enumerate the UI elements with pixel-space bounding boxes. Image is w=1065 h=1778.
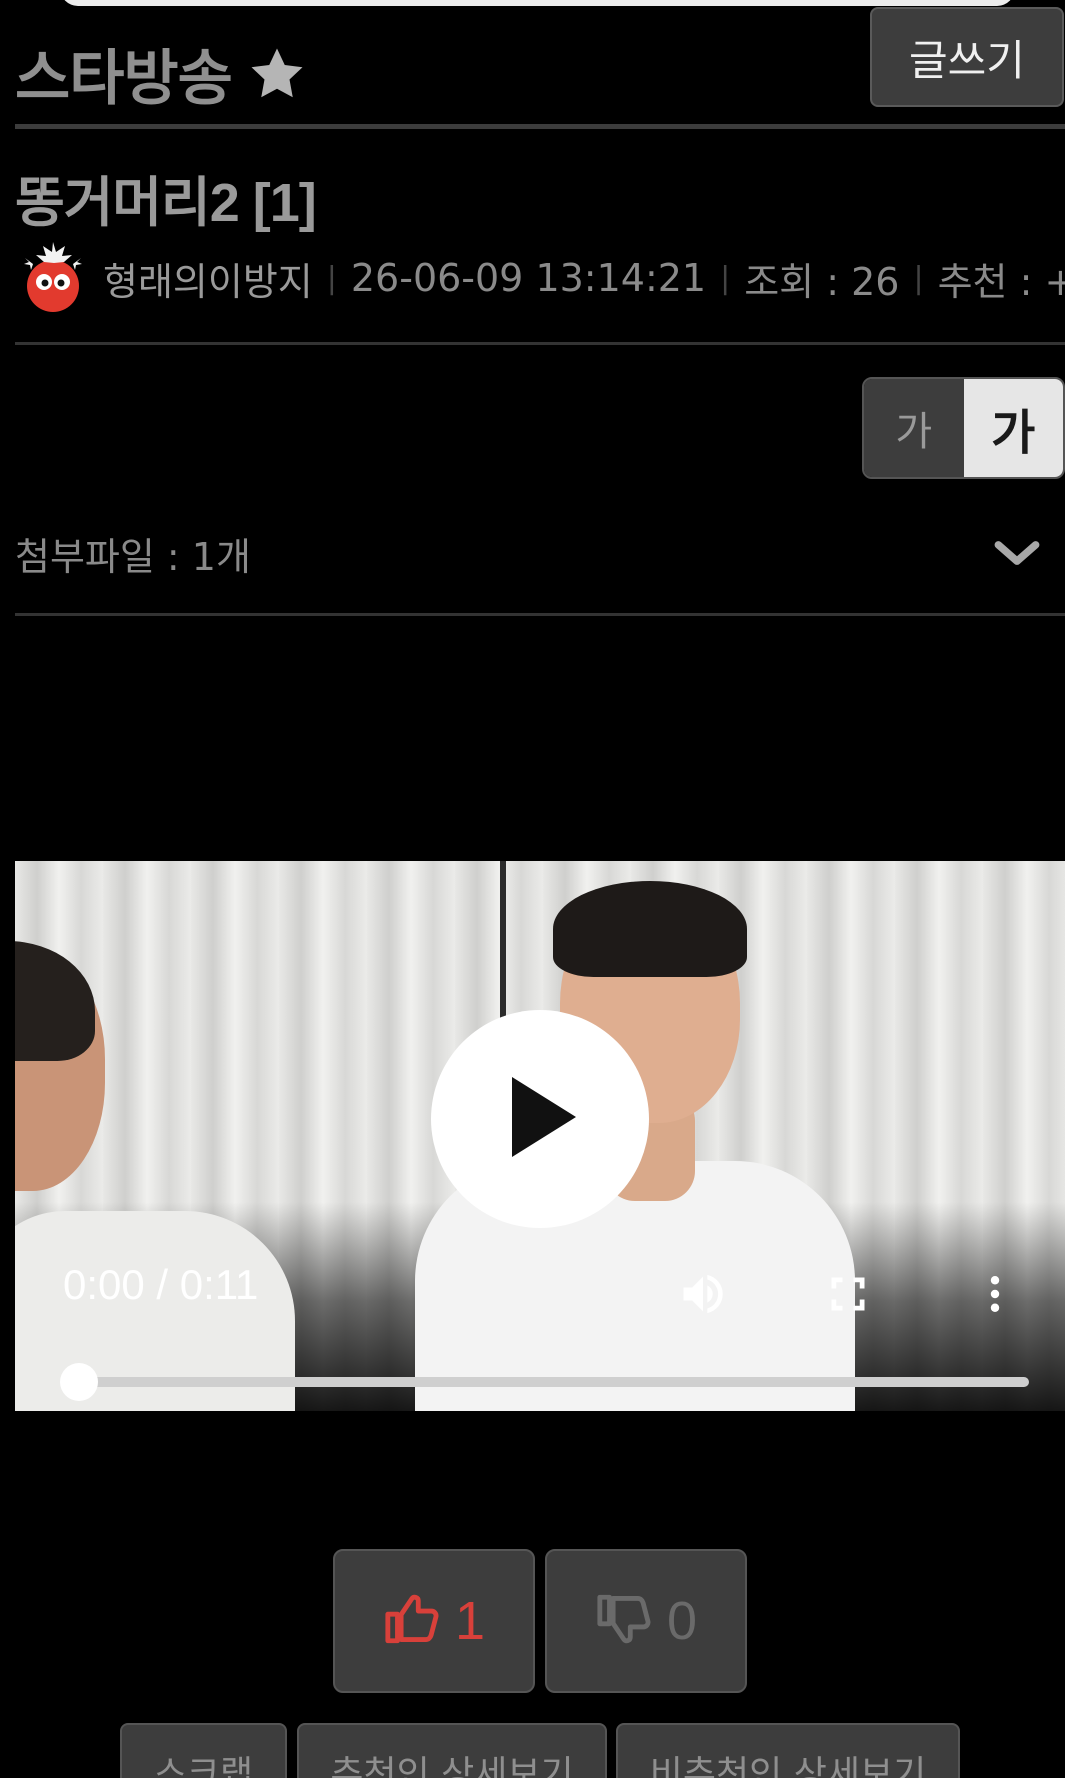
recommend-button[interactable]: 1	[333, 1549, 535, 1693]
video-frame-detail	[15, 941, 95, 1061]
recommend-count: 추천 : +1	[937, 259, 1065, 304]
chevron-down-icon[interactable]	[989, 525, 1045, 581]
play-button[interactable]	[431, 1010, 649, 1228]
volume-icon[interactable]	[675, 1266, 731, 1322]
video-frame-detail	[553, 881, 747, 977]
attachments-label: 첨부파일 : 1개	[15, 534, 251, 579]
separator: |	[720, 260, 731, 296]
font-size-toggle: 가 가	[862, 377, 1065, 479]
board-title[interactable]: 스타방송	[15, 30, 233, 117]
thumbs-down-icon	[595, 1590, 653, 1652]
divider	[15, 613, 1065, 616]
non-recommenders-detail-button[interactable]: 비추천인 상세보기	[616, 1723, 960, 1778]
divider	[15, 124, 1065, 129]
separator: |	[326, 260, 337, 296]
thumbs-up-icon	[383, 1590, 441, 1652]
video-seek-bar[interactable]	[60, 1363, 1029, 1401]
avatar[interactable]	[15, 240, 91, 316]
not-recommend-count-value: 0	[666, 1591, 698, 1651]
search-bar[interactable]	[60, 0, 1015, 6]
post-title: 똥거머리2 [1]	[15, 173, 317, 233]
fullscreen-icon[interactable]	[820, 1266, 876, 1322]
divider	[15, 342, 1065, 345]
post-page: 스타방송 글쓰기 똥거머리2 [1] 형래의이방지 | 26-06-09 13:…	[0, 0, 1065, 1778]
not-recommend-button[interactable]: 0	[545, 1549, 747, 1693]
play-icon	[504, 1077, 576, 1161]
more-vert-icon[interactable]	[967, 1266, 1023, 1322]
recommenders-detail-button[interactable]: 추천인 상세보기	[297, 1723, 607, 1778]
board-header: 스타방송	[15, 30, 308, 117]
video-player[interactable]: 0:00 / 0:11	[15, 861, 1065, 1411]
video-seek-thumb[interactable]	[60, 1363, 98, 1401]
view-count: 조회 : 26	[744, 259, 900, 304]
font-size-large-button[interactable]: 가	[963, 379, 1063, 477]
recommend-count-value: 1	[454, 1591, 486, 1651]
attachments-row[interactable]: 첨부파일 : 1개	[15, 525, 1065, 581]
post-meta: 형래의이방지 | 26-06-09 13:14:21 | 조회 : 26 | 추…	[15, 240, 1065, 316]
star-icon[interactable]	[246, 44, 308, 104]
video-time: 0:00 / 0:11	[63, 1261, 259, 1308]
author-name[interactable]: 형래의이방지	[103, 251, 313, 306]
separator: |	[913, 260, 924, 296]
post-datetime: 26-06-09 13:14:21	[350, 256, 707, 300]
scrap-button[interactable]: 스크랩	[120, 1723, 287, 1778]
write-button[interactable]: 글쓰기	[870, 7, 1064, 107]
font-size-small-button[interactable]: 가	[864, 379, 964, 477]
